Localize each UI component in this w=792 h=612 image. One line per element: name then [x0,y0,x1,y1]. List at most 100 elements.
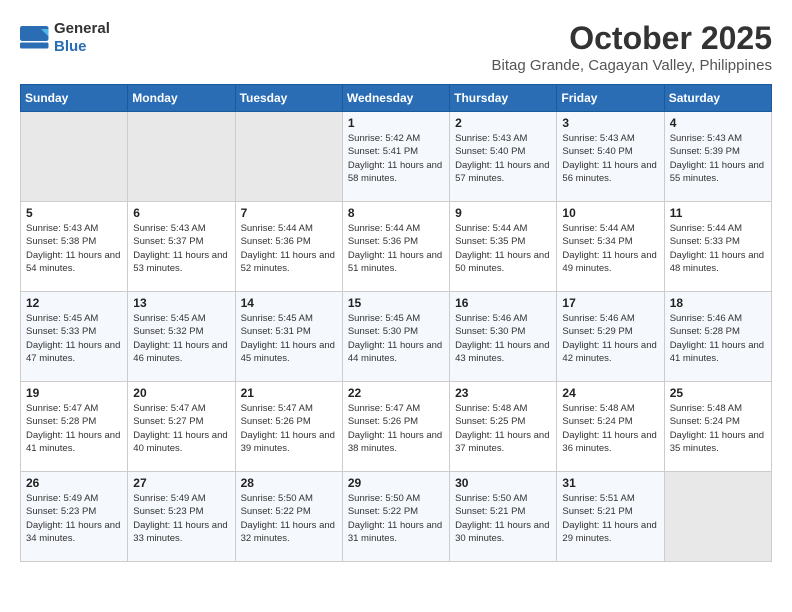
day-number: 25 [670,386,766,400]
sunrise-label: Sunrise: 5:49 AM [26,493,98,504]
daylight-label: Daylight: 11 hours and 56 minutes. [562,160,656,184]
calendar-cell: 8Sunrise: 5:44 AMSunset: 5:36 PMDaylight… [342,202,449,292]
cell-info: Sunrise: 5:46 AMSunset: 5:30 PMDaylight:… [455,312,551,365]
calendar-cell [21,112,128,202]
sunset-label: Sunset: 5:21 PM [455,506,525,517]
calendar-cell: 21Sunrise: 5:47 AMSunset: 5:26 PMDayligh… [235,382,342,472]
sunset-label: Sunset: 5:33 PM [26,326,96,337]
cell-info: Sunrise: 5:50 AMSunset: 5:22 PMDaylight:… [241,492,337,545]
daylight-label: Daylight: 11 hours and 54 minutes. [26,250,120,274]
col-thursday: Thursday [450,85,557,112]
daylight-label: Daylight: 11 hours and 39 minutes. [241,430,335,454]
sunrise-label: Sunrise: 5:47 AM [348,403,420,414]
sunrise-label: Sunrise: 5:50 AM [348,493,420,504]
cell-info: Sunrise: 5:47 AMSunset: 5:28 PMDaylight:… [26,402,122,455]
sunset-label: Sunset: 5:40 PM [562,146,632,157]
calendar-cell: 23Sunrise: 5:48 AMSunset: 5:25 PMDayligh… [450,382,557,472]
sunrise-label: Sunrise: 5:49 AM [133,493,205,504]
sunset-label: Sunset: 5:22 PM [241,506,311,517]
sunset-label: Sunset: 5:39 PM [670,146,740,157]
sunrise-label: Sunrise: 5:43 AM [26,223,98,234]
sunset-label: Sunset: 5:23 PM [133,506,203,517]
daylight-label: Daylight: 11 hours and 32 minutes. [241,520,335,544]
daylight-label: Daylight: 11 hours and 44 minutes. [348,340,442,364]
calendar-cell: 22Sunrise: 5:47 AMSunset: 5:26 PMDayligh… [342,382,449,472]
title-area: October 2025 Bitag Grande, Cagayan Valle… [492,20,772,74]
cell-info: Sunrise: 5:45 AMSunset: 5:30 PMDaylight:… [348,312,444,365]
daylight-label: Daylight: 11 hours and 43 minutes. [455,340,549,364]
sunrise-label: Sunrise: 5:48 AM [670,403,742,414]
sunrise-label: Sunrise: 5:44 AM [455,223,527,234]
sunset-label: Sunset: 5:22 PM [348,506,418,517]
sunrise-label: Sunrise: 5:45 AM [348,313,420,324]
cell-info: Sunrise: 5:51 AMSunset: 5:21 PMDaylight:… [562,492,658,545]
cell-info: Sunrise: 5:48 AMSunset: 5:24 PMDaylight:… [670,402,766,455]
cell-info: Sunrise: 5:43 AMSunset: 5:40 PMDaylight:… [562,132,658,185]
day-number: 16 [455,296,551,310]
daylight-label: Daylight: 11 hours and 30 minutes. [455,520,549,544]
col-saturday: Saturday [664,85,771,112]
sunrise-label: Sunrise: 5:48 AM [455,403,527,414]
cell-info: Sunrise: 5:45 AMSunset: 5:33 PMDaylight:… [26,312,122,365]
sunset-label: Sunset: 5:26 PM [348,416,418,427]
daylight-label: Daylight: 11 hours and 53 minutes. [133,250,227,274]
page-header: General Blue October 2025 Bitag Grande, … [20,20,772,74]
cell-info: Sunrise: 5:44 AMSunset: 5:33 PMDaylight:… [670,222,766,275]
daylight-label: Daylight: 11 hours and 29 minutes. [562,520,656,544]
sunrise-label: Sunrise: 5:45 AM [241,313,313,324]
daylight-label: Daylight: 11 hours and 48 minutes. [670,250,764,274]
sunset-label: Sunset: 5:29 PM [562,326,632,337]
sunset-label: Sunset: 5:21 PM [562,506,632,517]
logo-text: General Blue [54,20,110,56]
calendar-cell [128,112,235,202]
cell-info: Sunrise: 5:44 AMSunset: 5:35 PMDaylight:… [455,222,551,275]
calendar-cell: 4Sunrise: 5:43 AMSunset: 5:39 PMDaylight… [664,112,771,202]
cell-info: Sunrise: 5:44 AMSunset: 5:34 PMDaylight:… [562,222,658,275]
daylight-label: Daylight: 11 hours and 37 minutes. [455,430,549,454]
sunset-label: Sunset: 5:37 PM [133,236,203,247]
sunset-label: Sunset: 5:40 PM [455,146,525,157]
calendar-cell: 18Sunrise: 5:46 AMSunset: 5:28 PMDayligh… [664,292,771,382]
daylight-label: Daylight: 11 hours and 41 minutes. [670,340,764,364]
sunrise-label: Sunrise: 5:47 AM [26,403,98,414]
calendar-cell: 11 Sunrise: 5:44 AMSunset: 5:33 PMDayligh… [664,202,771,292]
sunset-label: Sunset: 5:36 PM [241,236,311,247]
day-number: 29 [348,476,444,490]
calendar-cell: 9Sunrise: 5:44 AMSunset: 5:35 PMDaylight… [450,202,557,292]
day-number: 4 [670,116,766,130]
sunrise-label: Sunrise: 5:48 AM [562,403,634,414]
sunrise-label: Sunrise: 5:44 AM [670,223,742,234]
sunset-label: Sunset: 5:23 PM [26,506,96,517]
daylight-label: Daylight: 11 hours and 46 minutes. [133,340,227,364]
daylight-label: Daylight: 11 hours and 31 minutes. [348,520,442,544]
sunrise-label: Sunrise: 5:47 AM [133,403,205,414]
sunset-label: Sunset: 5:27 PM [133,416,203,427]
calendar-week-3: 12 Sunrise: 5:45 AM Sunset: 5:33 PM Dayligh… [21,292,772,382]
calendar-cell: 1Sunrise: 5:42 AMSunset: 5:41 PMDaylight… [342,112,449,202]
sunset-label: Sunset: 5:38 PM [26,236,96,247]
calendar-cell: 2Sunrise: 5:43 AMSunset: 5:40 PMDaylight… [450,112,557,202]
cell-info: Sunrise: 5:48 AMSunset: 5:24 PMDaylight:… [562,402,658,455]
day-number: 21 [241,386,337,400]
day-number: 7 [241,206,337,220]
daylight-label: Daylight: 11 hours and 35 minutes. [670,430,764,454]
calendar-cell: 13Sunrise: 5:45 AMSunset: 5:32 PMDayligh… [128,292,235,382]
day-number: 30 [455,476,551,490]
cell-info: Sunrise: 5:43 AM Sunset: 5:38 PM Daylight:… [26,222,122,275]
location-title: Bitag Grande, Cagayan Valley, Philippine… [492,57,772,74]
sunset-label: Sunset: 5:30 PM [455,326,525,337]
day-number: 5 [26,206,122,220]
sunset-label: Sunset: 5:28 PM [670,326,740,337]
day-number: 11 [670,206,766,220]
logo-blue: Blue [54,38,87,55]
day-number: 12 [26,296,122,310]
day-number: 28 [241,476,337,490]
cell-info: Sunrise: 5:47 AMSunset: 5:27 PMDaylight:… [133,402,229,455]
sunrise-label: Sunrise: 5:45 AM [133,313,205,324]
daylight-label: Daylight: 11 hours and 50 minutes. [455,250,549,274]
cell-info: Sunrise: 5:42 AMSunset: 5:41 PMDaylight:… [348,132,444,185]
sunrise-label: Sunrise: 5:45 AM [26,313,98,324]
calendar-cell: 25 Sunrise: 5:48 AMSunset: 5:24 PMDayligh… [664,382,771,472]
cell-info: Sunrise: 5:45 AMSunset: 5:32 PMDaylight:… [133,312,229,365]
daylight-label: Daylight: 11 hours and 49 minutes. [562,250,656,274]
